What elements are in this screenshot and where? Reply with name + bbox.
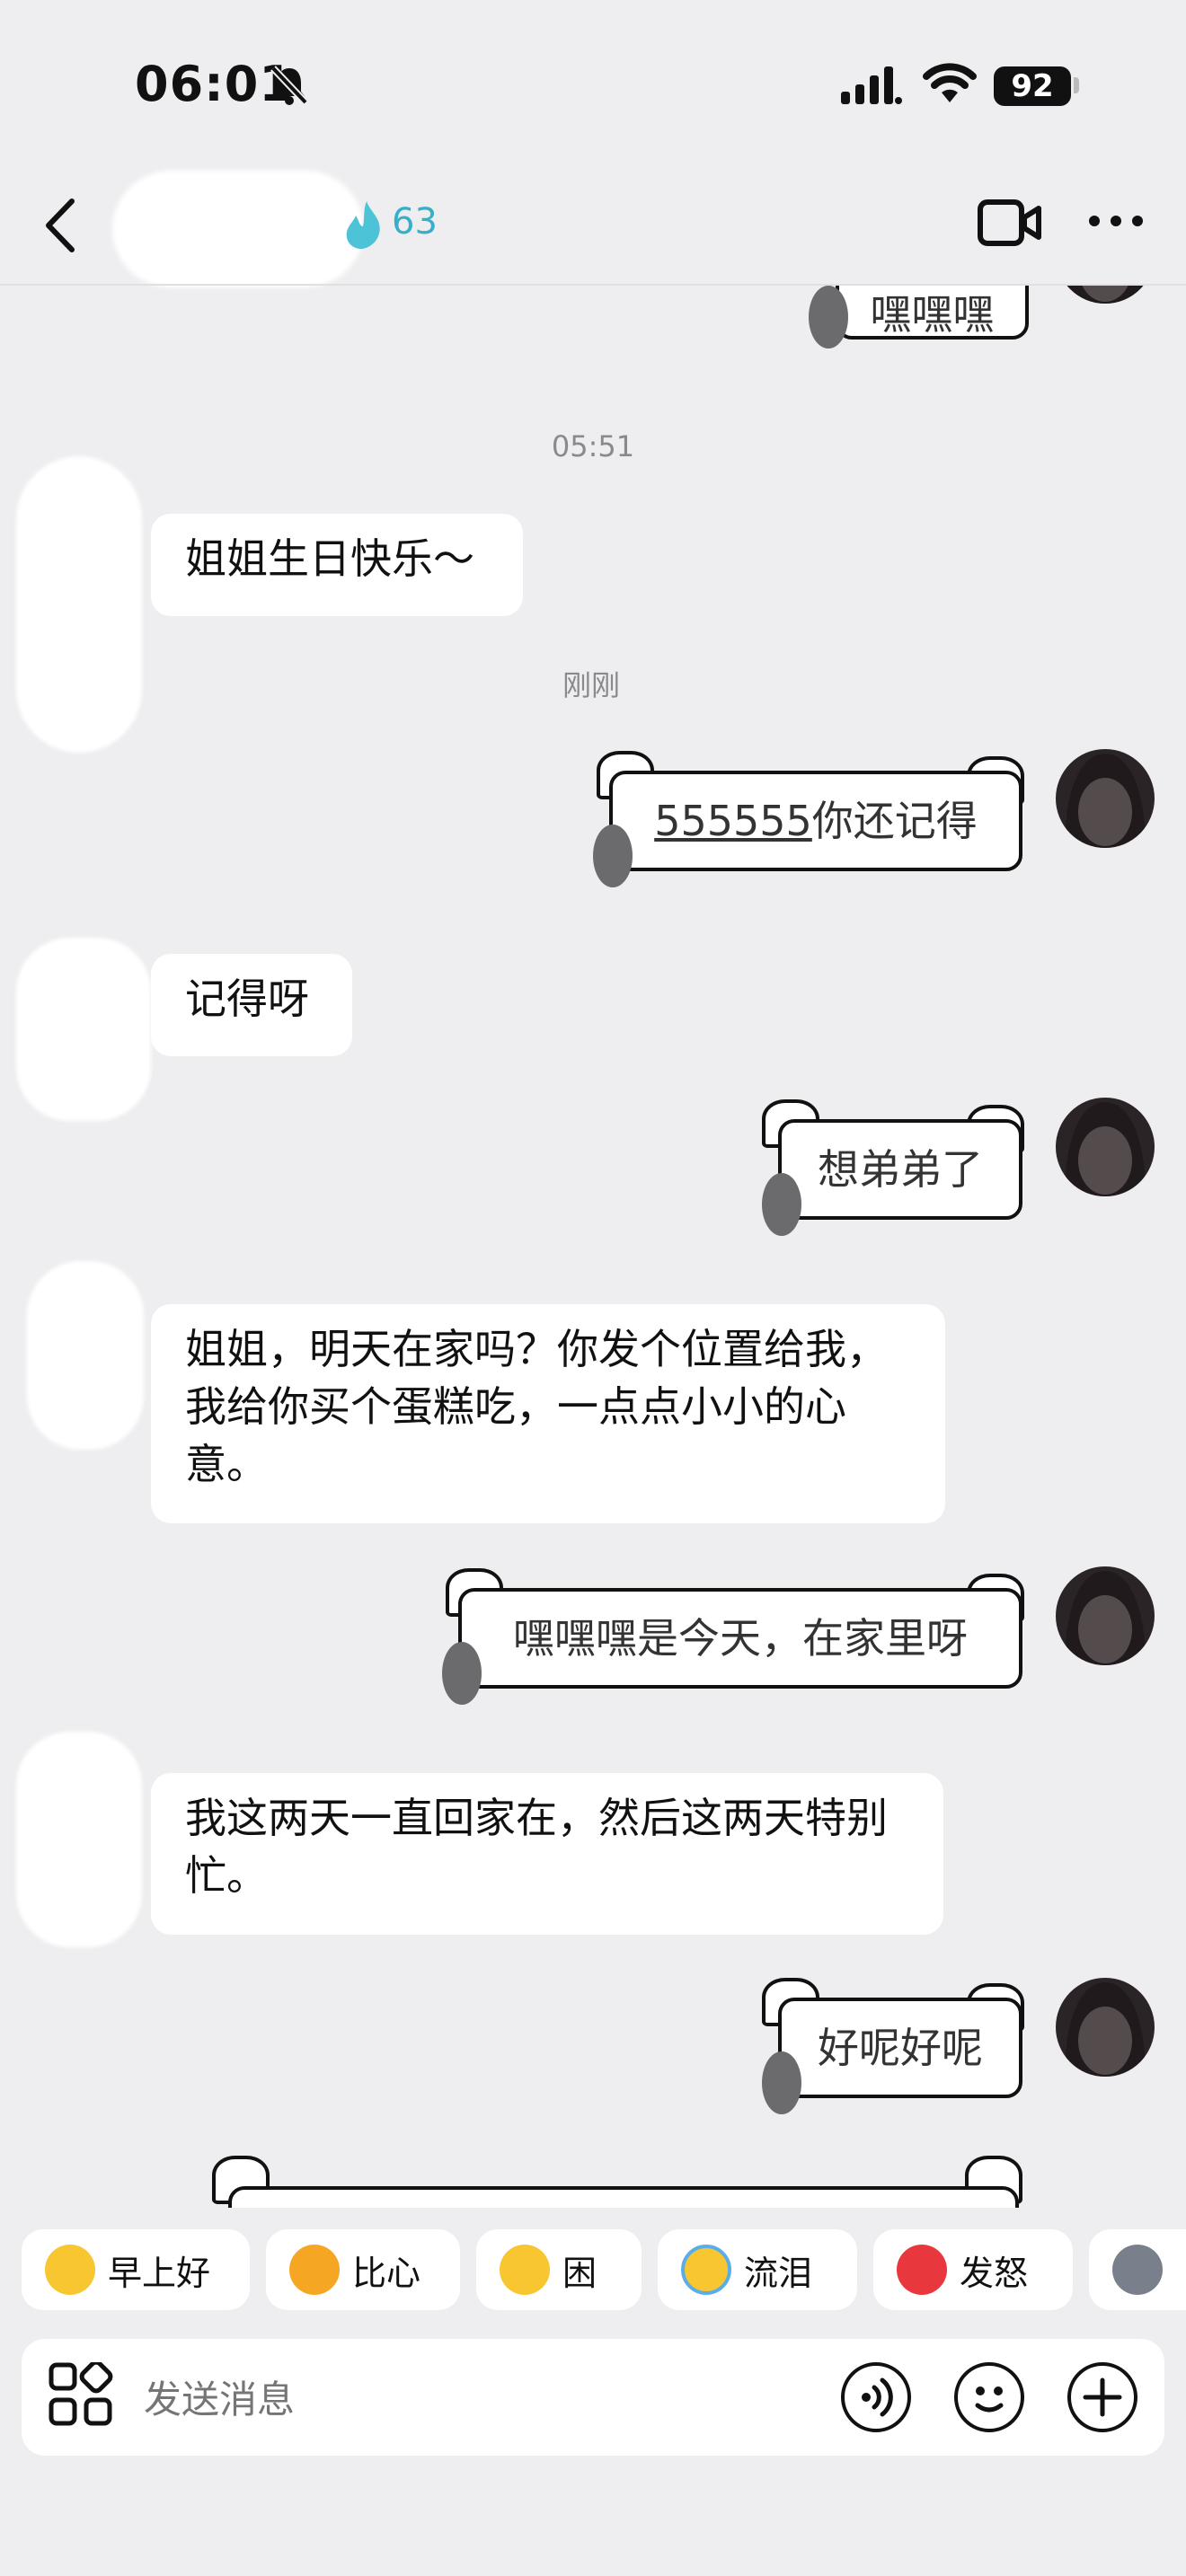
smiley-face-icon	[975, 2386, 1004, 2413]
contact-avatar-redacted[interactable]	[16, 1732, 142, 1947]
message-text: 姐姐，明天在家吗？你发个位置给我，我给你买个蛋糕吃，一点点小小的心意。	[185, 1325, 888, 1488]
cat-tail	[442, 1642, 482, 1705]
voice-button[interactable]	[841, 2362, 911, 2432]
apps-grid-icon[interactable]	[49, 2362, 113, 2427]
message-text: 姐姐生日快乐～	[185, 534, 474, 583]
quick-reply-chip[interactable]: 困	[476, 2229, 642, 2310]
quick-reply-label: 流泪	[744, 2253, 813, 2293]
incoming-message[interactable]: 姐姐生日快乐～	[151, 514, 523, 616]
sun-face-emoji	[45, 2245, 95, 2295]
message-text: 嘿嘿嘿是今天，在家里呀	[513, 1614, 968, 1663]
cat-bubble: 嘿嘿嘿是今天，在家里呀	[458, 1588, 1022, 1689]
cat-bubble	[228, 2186, 1019, 2208]
message-text: 想弟弟了	[818, 1145, 983, 1194]
incoming-message[interactable]: 姐姐，明天在家吗？你发个位置给我，我给你买个蛋糕吃，一点点小小的心意。	[151, 1304, 945, 1523]
my-avatar[interactable]	[1056, 1566, 1155, 1665]
husky-sticker-icon	[1112, 2245, 1163, 2295]
message-text: 我这两天一直回家在，然后这两天特别忙。	[185, 1794, 888, 1900]
contact-avatar-redacted[interactable]	[27, 1261, 144, 1450]
cat-bubble: 好呢好呢	[778, 1998, 1022, 2098]
outgoing-message[interactable]: 好呢好呢	[762, 1978, 1040, 2122]
heart-hands-emoji	[289, 2245, 340, 2295]
cellular-signal-icon	[841, 66, 902, 104]
quick-reply-chip-partial[interactable]	[1089, 2229, 1186, 2310]
contact-avatar-redacted[interactable]	[16, 938, 151, 1121]
outgoing-message[interactable]: 嘿嘿嘿	[809, 286, 1033, 348]
quick-reply-label: 比心	[352, 2253, 421, 2293]
message-text: 记得呀	[185, 975, 309, 1023]
battery-nub	[1074, 77, 1079, 93]
message-link-text[interactable]: 555555	[654, 797, 812, 845]
quick-reply-chip[interactable]: 比心	[266, 2229, 460, 2310]
my-avatar[interactable]	[1056, 749, 1155, 848]
cat-tail	[762, 2051, 801, 2114]
message-text: 好呢好呢	[818, 2024, 983, 2072]
battery-indicator: 92	[994, 66, 1071, 106]
message-text: 你还记得	[811, 797, 978, 845]
add-attachment-button[interactable]	[1067, 2362, 1137, 2432]
message-text: 嘿嘿嘿	[870, 290, 995, 339]
video-call-icon[interactable]	[978, 199, 1042, 246]
quick-reply-chip[interactable]: 早上好	[22, 2229, 250, 2310]
my-avatar[interactable]	[1056, 1978, 1155, 2077]
incoming-message[interactable]: 记得呀	[151, 954, 352, 1056]
quick-reply-chip[interactable]: 发怒	[873, 2229, 1073, 2310]
plus-icon	[1083, 2378, 1122, 2417]
outgoing-message[interactable]: 想弟弟了	[762, 1099, 1040, 1243]
cat-tail	[593, 825, 633, 887]
voice-wave-icon	[862, 2378, 893, 2417]
incoming-message[interactable]: 我这两天一直回家在，然后这两天特别忙。	[151, 1773, 943, 1935]
cat-bubble: 嘿嘿嘿	[836, 286, 1029, 340]
cat-bubble: 555555你还记得	[609, 771, 1022, 871]
contact-name-redacted[interactable]	[112, 171, 364, 287]
sleepy-face-emoji	[500, 2245, 550, 2295]
contact-avatar-redacted[interactable]	[16, 456, 142, 753]
cat-tail	[762, 1173, 801, 1236]
my-avatar[interactable]	[1056, 286, 1155, 304]
cat-bubble: 想弟弟了	[778, 1119, 1022, 1220]
more-options-icon[interactable]	[1087, 214, 1145, 228]
bell-muted-icon	[270, 66, 308, 105]
wifi-icon	[923, 63, 977, 102]
emoji-button[interactable]	[954, 2362, 1024, 2432]
outgoing-message-partial[interactable]	[212, 2156, 1039, 2208]
chat-scroll-area[interactable]: 嘿嘿嘿 05:51 姐姐生日快乐～ 刚刚 555555你还记得 记得呀 想弟弟了	[0, 286, 1186, 2208]
spark-flame-icon	[346, 201, 380, 249]
quick-reply-label: 早上好	[108, 2253, 211, 2293]
message-input[interactable]	[142, 2371, 810, 2427]
outgoing-message[interactable]: 555555你还记得	[591, 751, 1040, 895]
timestamp: 刚刚	[562, 668, 620, 702]
my-avatar[interactable]	[1056, 1098, 1155, 1196]
back-arrow-icon[interactable]	[43, 198, 79, 253]
quick-reply-label: 发怒	[960, 2253, 1029, 2293]
crying-face-emoji	[681, 2245, 731, 2295]
quick-reply-chip[interactable]: 流泪	[658, 2229, 857, 2310]
outgoing-message[interactable]: 嘿嘿嘿是今天，在家里呀	[440, 1568, 1040, 1712]
quick-reply-label: 困	[562, 2253, 597, 2293]
timestamp: 05:51	[551, 429, 635, 463]
angry-face-emoji	[897, 2245, 947, 2295]
streak-count: 63	[392, 201, 438, 243]
cat-tail	[809, 286, 848, 348]
